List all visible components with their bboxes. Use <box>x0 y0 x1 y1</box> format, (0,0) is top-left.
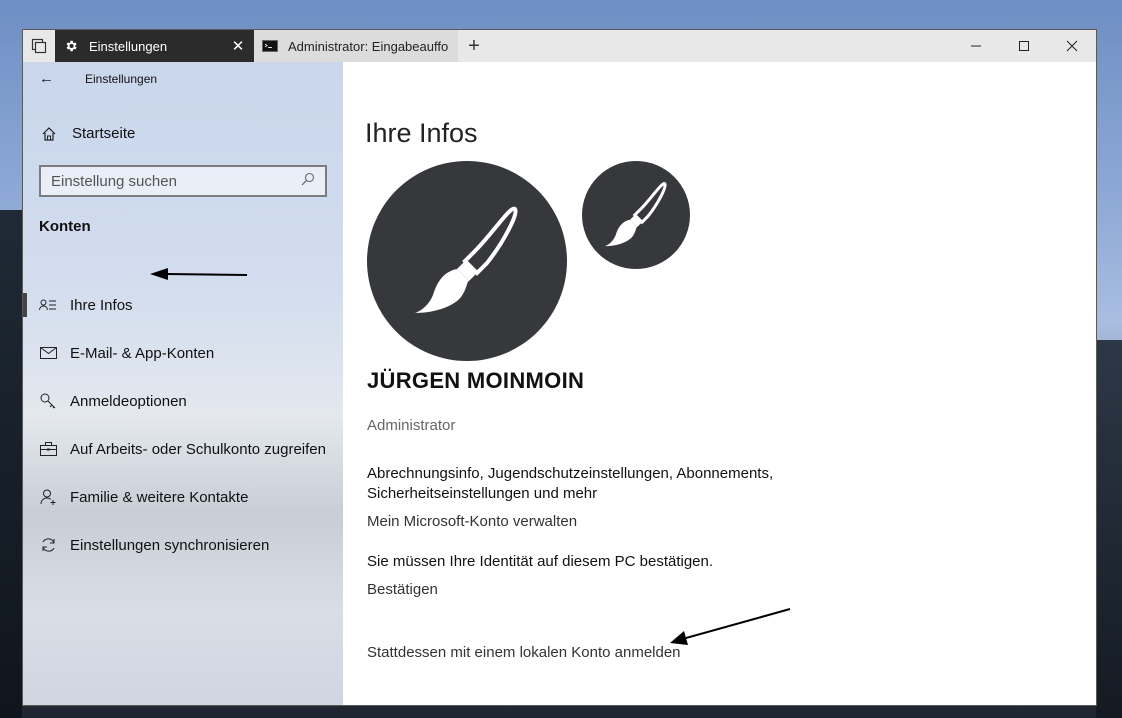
search-icon[interactable] <box>301 172 315 190</box>
title-bar-drag-area[interactable] <box>490 30 952 62</box>
sidebar-item-label: Familie & weitere Kontakte <box>70 488 249 506</box>
sync-icon <box>39 537 57 553</box>
tab-settings-label: Einstellungen <box>89 38 168 54</box>
desktop-scenery-left <box>0 210 22 718</box>
sidebar-item-your-info[interactable]: Ihre Infos <box>23 281 343 329</box>
account-info-text: Abrechnungsinfo, Jugendschutzeinstellung… <box>367 465 774 502</box>
search-placeholder: Einstellung suchen <box>51 172 177 190</box>
verify-link[interactable]: Bestätigen <box>367 581 438 598</box>
paintbrush-icon <box>604 182 667 247</box>
tab-settings[interactable]: Einstellungen ✕ <box>55 30 254 62</box>
home-label: Startseite <box>72 125 136 142</box>
tab-command-prompt[interactable]: Administrator: Eingabeauffo <box>254 30 458 62</box>
section-heading: Konten <box>39 218 91 235</box>
sidebar-item-email-accounts[interactable]: E-Mail- & App-Konten <box>23 329 343 377</box>
back-button[interactable]: ← <box>39 70 54 87</box>
close-icon <box>1066 40 1078 52</box>
page-title: Ihre Infos <box>365 118 478 148</box>
home-link[interactable]: Startseite <box>39 125 135 142</box>
sidebar-item-label: Auf Arbeits- oder Schulkonto zugreifen <box>70 440 326 458</box>
sidebar-item-label: Ihre Infos <box>70 296 133 314</box>
paintbrush-icon <box>415 206 518 313</box>
user-role: Administrator <box>367 417 456 434</box>
new-tab-button[interactable]: + <box>458 30 490 62</box>
sidebar-item-sign-in-options[interactable]: Anmeldeoptionen <box>23 377 343 425</box>
gear-icon <box>63 38 79 54</box>
avatar[interactable] <box>367 161 567 361</box>
tab-command-prompt-label: Administrator: Eingabeauffo <box>288 38 449 54</box>
minimize-button[interactable] <box>952 30 1000 62</box>
key-icon <box>39 393 57 409</box>
sidebar-item-label: Anmeldeoptionen <box>70 392 187 410</box>
sidebar-item-family[interactable]: Familie & weitere Kontakte <box>23 473 343 521</box>
tab-switcher-icon <box>31 38 47 54</box>
sidebar-item-label: Einstellungen synchronisieren <box>70 536 270 554</box>
person-add-icon <box>39 489 57 505</box>
briefcase-icon <box>39 442 57 456</box>
title-bar: Einstellungen ✕ Administrator: Eingabeau… <box>23 30 1096 62</box>
local-account-link[interactable]: Stattdessen mit einem lokalen Konto anme… <box>367 644 681 661</box>
sidebar-item-label: E-Mail- & App-Konten <box>70 344 215 362</box>
maximize-button[interactable] <box>1000 30 1048 62</box>
verify-identity-text: Sie müssen Ihre Identität auf diesem PC … <box>367 553 714 570</box>
sidebar-item-work-school[interactable]: Auf Arbeits- oder Schulkonto zugreifen <box>23 425 343 473</box>
minimize-icon <box>971 45 981 47</box>
tab-switcher-button[interactable] <box>23 30 55 62</box>
manage-account-link[interactable]: Mein Microsoft-Konto verwalten <box>367 513 577 530</box>
user-name: JÜRGEN MOINMOIN <box>367 368 585 393</box>
app-title: Einstellungen <box>85 72 158 86</box>
close-window-button[interactable] <box>1048 30 1096 62</box>
contact-card-icon <box>39 299 57 311</box>
sidebar: ← Einstellungen Startseite Einstellung s… <box>23 62 343 705</box>
sidebar-item-sync[interactable]: Einstellungen synchronisieren <box>23 521 343 569</box>
home-icon <box>39 126 59 142</box>
maximize-icon <box>1019 41 1029 51</box>
tab-close-button[interactable]: ✕ <box>230 37 246 55</box>
search-input[interactable]: Einstellung suchen <box>39 165 327 197</box>
console-icon <box>262 38 278 54</box>
mail-icon <box>39 347 57 359</box>
settings-window: Einstellungen ✕ Administrator: Eingabeau… <box>22 29 1097 706</box>
main-content: Ihre Infos JÜRGEN MOINMOIN Administrator… <box>343 62 1096 705</box>
desktop-scenery-right <box>1096 340 1122 718</box>
avatar-small[interactable] <box>582 161 690 269</box>
